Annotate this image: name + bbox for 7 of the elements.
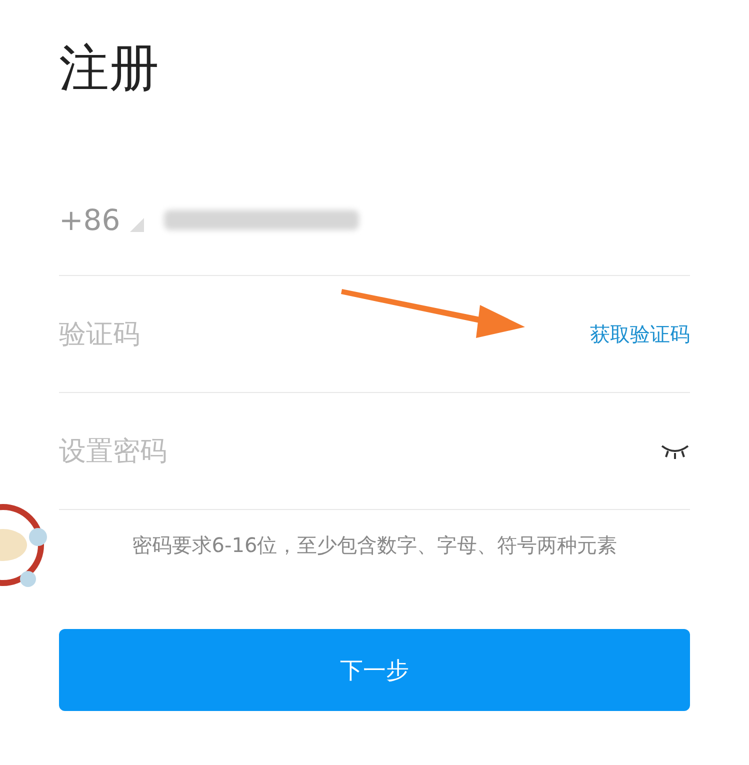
page-title: 注册 bbox=[59, 38, 160, 99]
password-field[interactable]: 设置密码 bbox=[59, 436, 660, 466]
password-hint: 密码要求6-16位，至少包含数字、字母、符号两种元素 bbox=[130, 532, 618, 559]
verification-code-field[interactable]: 验证码 bbox=[59, 318, 590, 350]
country-code[interactable]: +86 bbox=[59, 202, 120, 236]
get-code-link[interactable]: 获取验证码 bbox=[590, 320, 690, 348]
next-button[interactable]: 下一步 bbox=[59, 629, 690, 711]
